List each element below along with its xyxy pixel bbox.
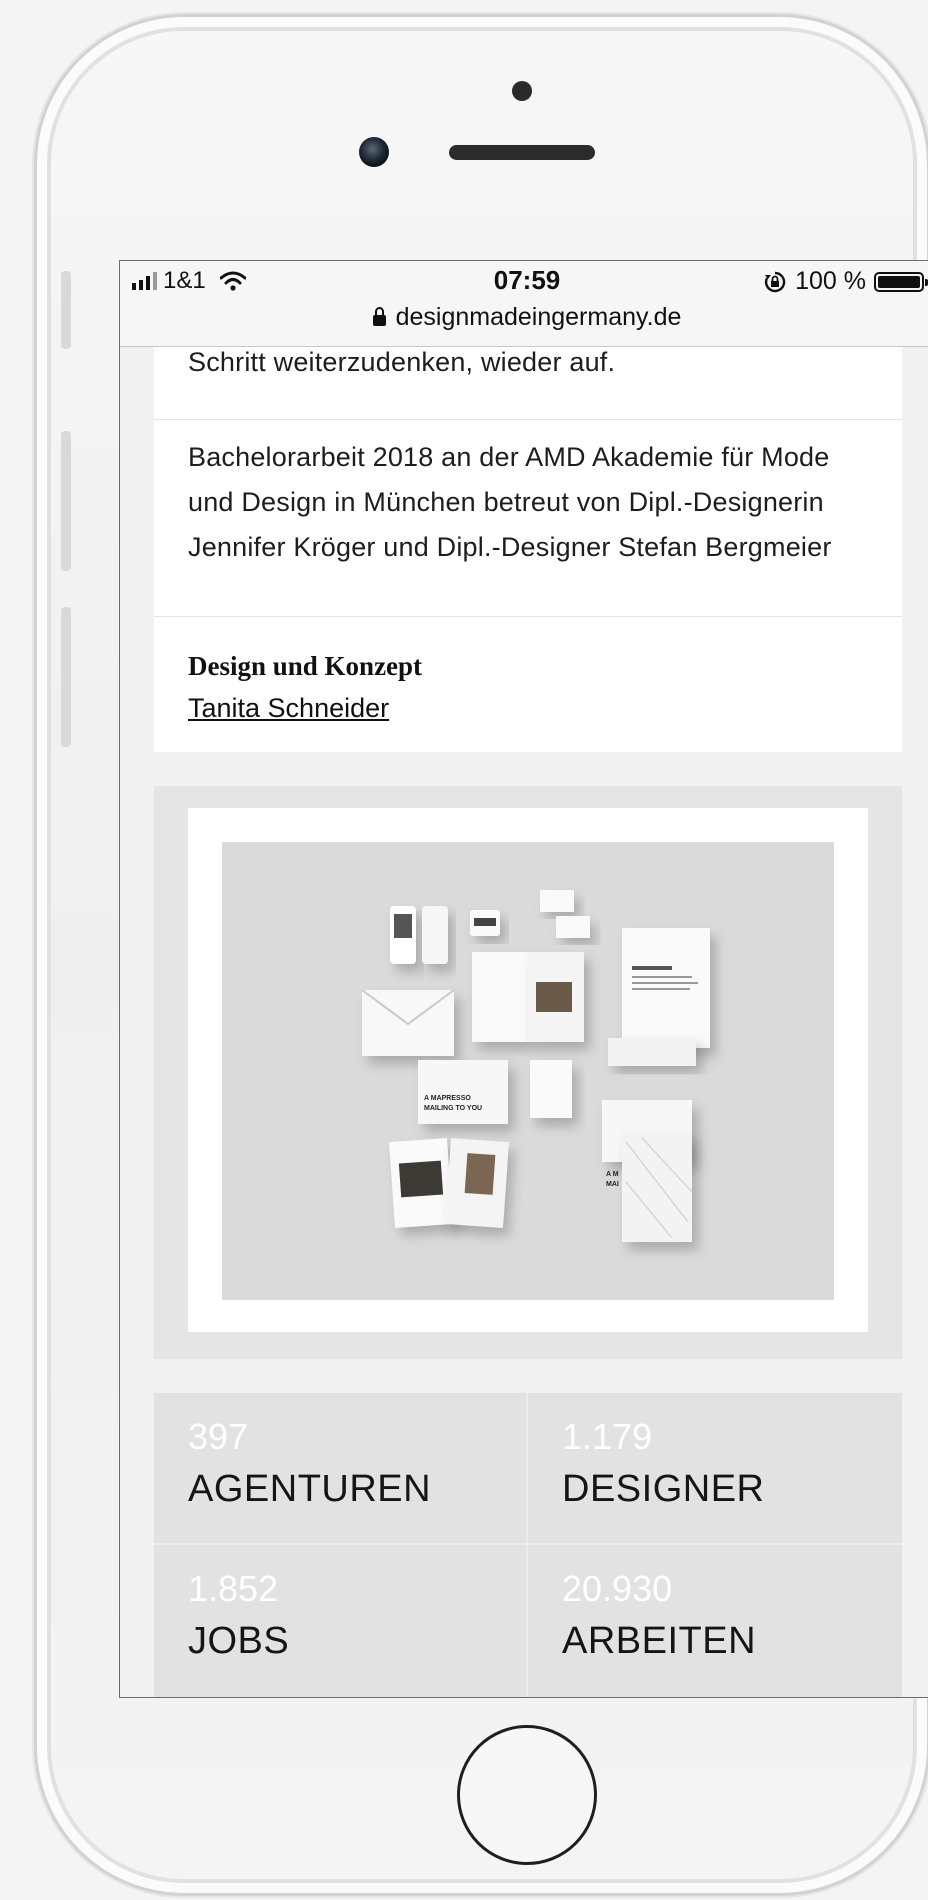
screen: Leitidee der Marke, eigene Wege zu gehen… [119,260,928,1698]
stat-label: ARBEITEN [562,1620,757,1662]
credit-block: Design und Konzept Tanita Schneider [188,645,422,729]
volume-up-button [61,431,71,571]
stat-designer[interactable]: 1.179 DESIGNER [528,1393,900,1543]
stat-number: 1.852 [188,1568,279,1609]
proximity-sensor [512,81,532,101]
battery-icon [874,271,928,292]
mailing-box-text: A MAPRESSO [424,1095,471,1102]
svg-text:MAILING TO YOU: MAILING TO YOU [424,1105,482,1112]
stat-label: DESIGNER [562,1468,765,1510]
svg-text:A M: A M [606,1171,619,1178]
lock-icon [372,307,386,326]
image-gallery: A MAPRESSO MAILING TO YOU A M MAI [154,786,902,1359]
image-frame: A MAPRESSO MAILING TO YOU A M MAI [188,808,868,1332]
thesis-paragraph: Bachelorarbeit 2018 an der AMD Akademie … [188,442,832,562]
earpiece-speaker [449,145,595,160]
divider [154,419,902,420]
stat-arbeiten[interactable]: 20.930 ARBEITEN [528,1545,900,1695]
svg-text:MAI: MAI [606,1181,619,1188]
stat-number: 1.179 [562,1416,653,1457]
designer-link[interactable]: Tanita Schneider [188,687,422,729]
battery-percent: 100 % [795,267,866,295]
stat-jobs[interactable]: 1.852 JOBS [154,1545,526,1695]
front-camera [359,137,389,167]
url-text: designmadeingermany.de [395,303,682,331]
stat-agenturen[interactable]: 397 AGENTUREN [154,1393,526,1543]
home-button[interactable] [457,1725,597,1865]
rotation-lock-icon [765,271,786,292]
stat-label: JOBS [188,1620,290,1662]
mockup-illustration: A MAPRESSO MAILING TO YOU A M MAI [361,890,710,1242]
battery-info: 100 % [763,267,928,296]
stat-number: 20.930 [562,1568,673,1609]
address-bar[interactable]: designmadeingermany.de [120,303,928,332]
stat-number: 397 [188,1416,249,1457]
mute-switch [61,271,71,349]
volume-down-button [61,607,71,747]
stationery-mockup-image[interactable]: A MAPRESSO MAILING TO YOU A M MAI [222,842,834,1300]
credit-label: Design und Konzept [188,651,423,681]
stat-label: AGENTUREN [188,1468,432,1510]
status-bar: 1&1 07:59 100 % designmadeingermany.de [120,261,928,347]
phone-frame: Leitidee der Marke, eigene Wege zu gehen… [34,14,928,1896]
stats-grid: 397 AGENTUREN 1.179 DESIGNER 1.852 JOBS … [154,1393,902,1697]
divider [154,616,902,617]
